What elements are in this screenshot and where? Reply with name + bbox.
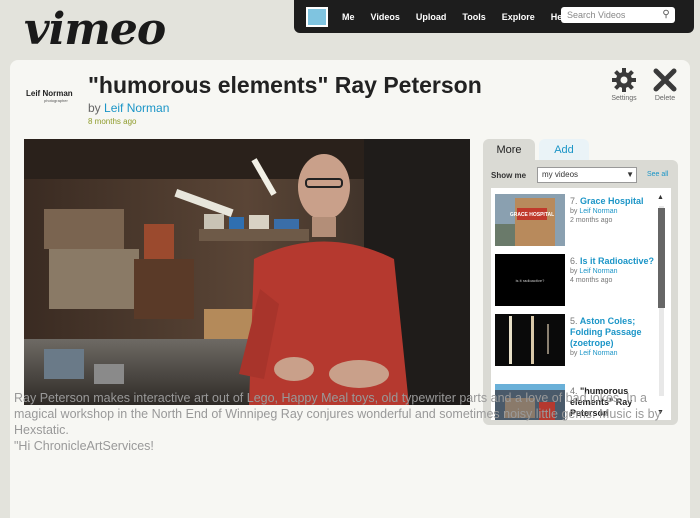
list-item[interactable]: 5. Aston Coles; Folding Passage (zoetrop… xyxy=(495,314,655,370)
settings-label: Settings xyxy=(611,95,637,102)
thumbnail-image xyxy=(495,314,565,366)
user-avatar[interactable] xyxy=(306,6,328,27)
delete-button[interactable]: Delete xyxy=(645,67,685,102)
video-player[interactable] xyxy=(24,139,470,405)
author-link[interactable]: Leif Norman xyxy=(104,101,169,115)
related-videos-panel: Show me my videos ▼ See all GRACE HOSPIT… xyxy=(483,160,678,425)
top-navigation: Me Videos Upload Tools Explore Help ⚲ xyxy=(294,0,694,33)
video-item-number: 7. xyxy=(570,196,578,206)
video-item-name: Grace Hospital xyxy=(580,196,644,206)
video-thumbnail[interactable] xyxy=(495,314,565,366)
video-list: GRACE HOSPITAL 7. Grace Hospital by Leif… xyxy=(491,188,671,420)
nav-videos[interactable]: Videos xyxy=(371,12,400,22)
owner-logo-sub: photographer xyxy=(44,98,68,103)
see-all-link[interactable]: See all xyxy=(647,171,668,178)
settings-button[interactable]: Settings xyxy=(604,67,644,102)
delete-label: Delete xyxy=(654,95,676,102)
scroll-thumb[interactable] xyxy=(658,208,665,308)
show-me-select[interactable]: my videos ▼ xyxy=(537,167,637,183)
byline-prefix: by xyxy=(88,101,101,115)
video-description: Ray Peterson makes interactive art out o… xyxy=(14,390,664,454)
close-icon xyxy=(653,68,677,92)
video-item-byline: by Leif Norman xyxy=(570,208,618,215)
search-input[interactable] xyxy=(561,7,675,23)
video-frame xyxy=(24,139,470,405)
thumbnail-text: GRACE HOSPITAL xyxy=(510,212,554,218)
vimeo-logo[interactable]: vimeo xyxy=(24,4,166,55)
nav-explore[interactable]: Explore xyxy=(502,12,535,22)
nav-me[interactable]: Me xyxy=(342,12,355,22)
video-item-title[interactable]: 7. Grace Hospital by Leif Norman 2 month… xyxy=(570,196,660,225)
nav-tools[interactable]: Tools xyxy=(462,12,485,22)
nav-upload[interactable]: Upload xyxy=(416,12,447,22)
description-paragraph: "Hi ChronicleArtServices! xyxy=(14,439,154,453)
scroll-up-icon[interactable]: ▲ xyxy=(657,194,664,201)
video-thumbnail[interactable]: is it radioactive? xyxy=(495,254,565,306)
search-icon[interactable]: ⚲ xyxy=(659,9,673,21)
video-item-name: Is it Radioactive? xyxy=(580,256,655,266)
video-item-title[interactable]: 6. Is it Radioactive? by Leif Norman 4 m… xyxy=(570,256,660,285)
list-scrollbar[interactable]: ▲ ▼ xyxy=(657,194,665,416)
show-me-value: my videos xyxy=(542,170,579,179)
chevron-down-icon: ▼ xyxy=(626,170,634,179)
video-byline: by Leif Norman xyxy=(88,101,169,115)
video-item-date: 4 months ago xyxy=(570,277,613,284)
video-title: "humorous elements" Ray Peterson xyxy=(88,72,482,98)
video-item-number: 5. xyxy=(570,316,578,326)
video-item-title[interactable]: 5. Aston Coles; Folding Passage (zoetrop… xyxy=(570,316,660,358)
posted-time: 8 months ago xyxy=(88,117,137,126)
gear-icon xyxy=(612,68,636,92)
thumbnail-image: GRACE HOSPITAL xyxy=(495,194,565,246)
video-item-number: 6. xyxy=(570,256,578,266)
thumbnail-image: is it radioactive? xyxy=(495,254,565,306)
video-item-date: 2 months ago xyxy=(570,217,613,224)
owner-logo-name: Leif Norman xyxy=(26,89,73,98)
video-item-byline: by Leif Norman xyxy=(570,268,618,275)
show-me-label: Show me xyxy=(491,171,527,180)
list-item[interactable]: GRACE HOSPITAL 7. Grace Hospital by Leif… xyxy=(495,194,655,250)
video-item-name: Aston Coles; Folding Passage (zoetrope) xyxy=(570,316,642,348)
video-item-byline: by Leif Norman xyxy=(570,350,618,357)
tab-more[interactable]: More xyxy=(483,139,535,161)
list-item[interactable]: is it radioactive? 6. Is it Radioactive?… xyxy=(495,254,655,310)
tab-add[interactable]: Add xyxy=(539,139,589,161)
video-thumbnail[interactable]: GRACE HOSPITAL xyxy=(495,194,565,246)
description-paragraph: Ray Peterson makes interactive art out o… xyxy=(14,391,661,437)
thumbnail-text: is it radioactive? xyxy=(516,278,545,283)
owner-logo[interactable]: Leif Norman photographer xyxy=(26,89,73,103)
